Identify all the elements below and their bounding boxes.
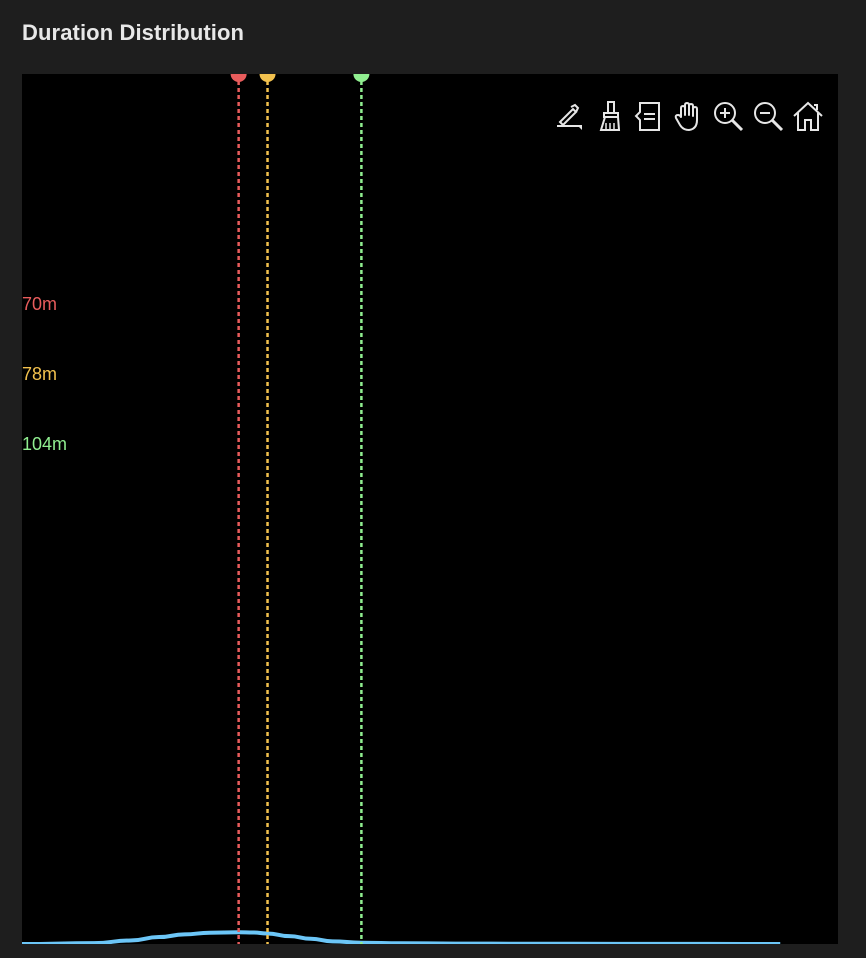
chart-toolbar [550,98,826,134]
marker-label-104: 104m [22,434,68,454]
brush-icon [599,101,621,131]
marker-label-70: 70m [22,294,58,314]
pan-button[interactable] [670,98,706,134]
zoom-out-icon [754,102,784,132]
pan-hand-icon [674,102,698,131]
density-chart[interactable] [22,74,838,944]
home-button[interactable] [790,98,826,134]
marker-handle-104[interactable] [353,74,370,82]
zoom-in-button[interactable] [710,98,746,134]
marker-handle-78[interactable] [259,74,276,82]
chart-area[interactable]: 70m 78m 104m [22,74,838,944]
filter-icon [634,102,660,131]
marker-label-78: 78m [22,364,58,384]
zoom-in-icon [714,102,744,132]
density-curve [22,930,781,944]
annotate-icon [557,103,582,130]
panel-title: Duration Distribution [22,20,245,45]
zoom-out-button[interactable] [750,98,786,134]
brush-button[interactable] [590,98,626,134]
annotate-button[interactable] [550,98,586,134]
filter-button[interactable] [630,98,666,134]
marker-handle-70[interactable] [230,74,247,82]
home-icon [793,101,823,131]
